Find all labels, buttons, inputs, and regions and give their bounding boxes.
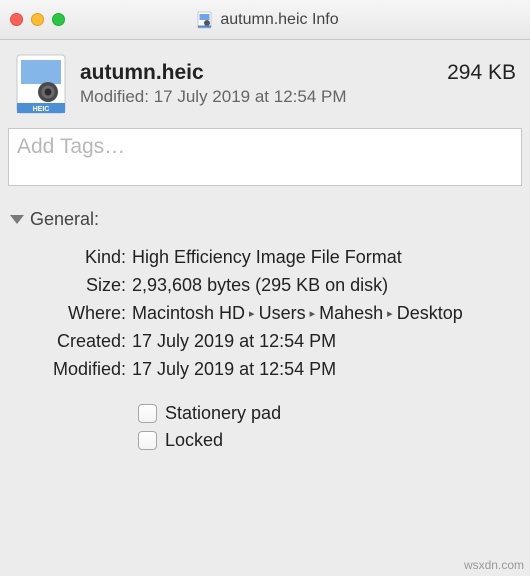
path-segment: Mahesh: [319, 303, 383, 323]
path-segment: Desktop: [397, 303, 463, 323]
created-label: Created:: [20, 328, 132, 356]
locked-row: Locked: [138, 430, 510, 451]
modified-value: 17 July 2019 at 12:54 PM: [132, 356, 510, 384]
flags-block: Stationery pad Locked: [0, 383, 530, 451]
window-title: autumn.heic Info: [220, 11, 338, 29]
locked-checkbox[interactable]: [138, 431, 157, 450]
file-header: HEIC autumn.heic 294 KB Modified: 17 Jul…: [0, 40, 530, 124]
watermark-text: wsxdn.com: [464, 558, 524, 572]
chevron-right-icon: ▸: [249, 306, 255, 323]
kind-value: High Efficiency Image File Format: [132, 244, 510, 272]
path-segment: Users: [259, 303, 306, 323]
stationery-pad-label: Stationery pad: [165, 403, 281, 424]
heic-file-icon: [196, 11, 214, 29]
kind-row: Kind: High Efficiency Image File Format: [20, 244, 510, 272]
locked-label: Locked: [165, 430, 223, 451]
created-row: Created: 17 July 2019 at 12:54 PM: [20, 328, 510, 356]
chevron-right-icon: ▸: [387, 306, 393, 323]
size-value: 2,93,608 bytes (295 KB on disk): [132, 272, 510, 300]
modified-summary: Modified: 17 July 2019 at 12:54 PM: [80, 87, 516, 107]
file-icon-badge-text: HEIC: [33, 106, 50, 113]
chevron-right-icon: ▸: [310, 306, 316, 323]
heic-file-icon-large: HEIC: [14, 54, 68, 114]
modified-label: Modified:: [20, 356, 132, 384]
filename-label: autumn.heic: [80, 61, 204, 85]
titlebar: autumn.heic Info: [0, 0, 530, 40]
kind-label: Kind:: [20, 244, 132, 272]
stationery-pad-checkbox[interactable]: [138, 404, 157, 423]
general-section-header[interactable]: General:: [0, 201, 530, 236]
disclosure-triangle-icon: [10, 215, 24, 224]
filesize-label: 294 KB: [447, 61, 516, 85]
size-row: Size: 2,93,608 bytes (295 KB on disk): [20, 272, 510, 300]
tags-input[interactable]: [8, 128, 522, 186]
created-value: 17 July 2019 at 12:54 PM: [132, 328, 510, 356]
modified-row: Modified: 17 July 2019 at 12:54 PM: [20, 356, 510, 384]
path-segment: Macintosh HD: [132, 303, 245, 323]
size-label: Size:: [20, 272, 132, 300]
stationery-pad-row: Stationery pad: [138, 403, 510, 424]
general-properties: Kind: High Efficiency Image File Format …: [0, 236, 530, 383]
general-section-label: General:: [30, 209, 99, 230]
where-value: Macintosh HD▸Users▸Mahesh▸Desktop: [132, 300, 510, 328]
where-label: Where:: [20, 300, 132, 328]
where-row: Where: Macintosh HD▸Users▸Mahesh▸Desktop: [20, 300, 510, 328]
tags-container: [8, 128, 522, 191]
